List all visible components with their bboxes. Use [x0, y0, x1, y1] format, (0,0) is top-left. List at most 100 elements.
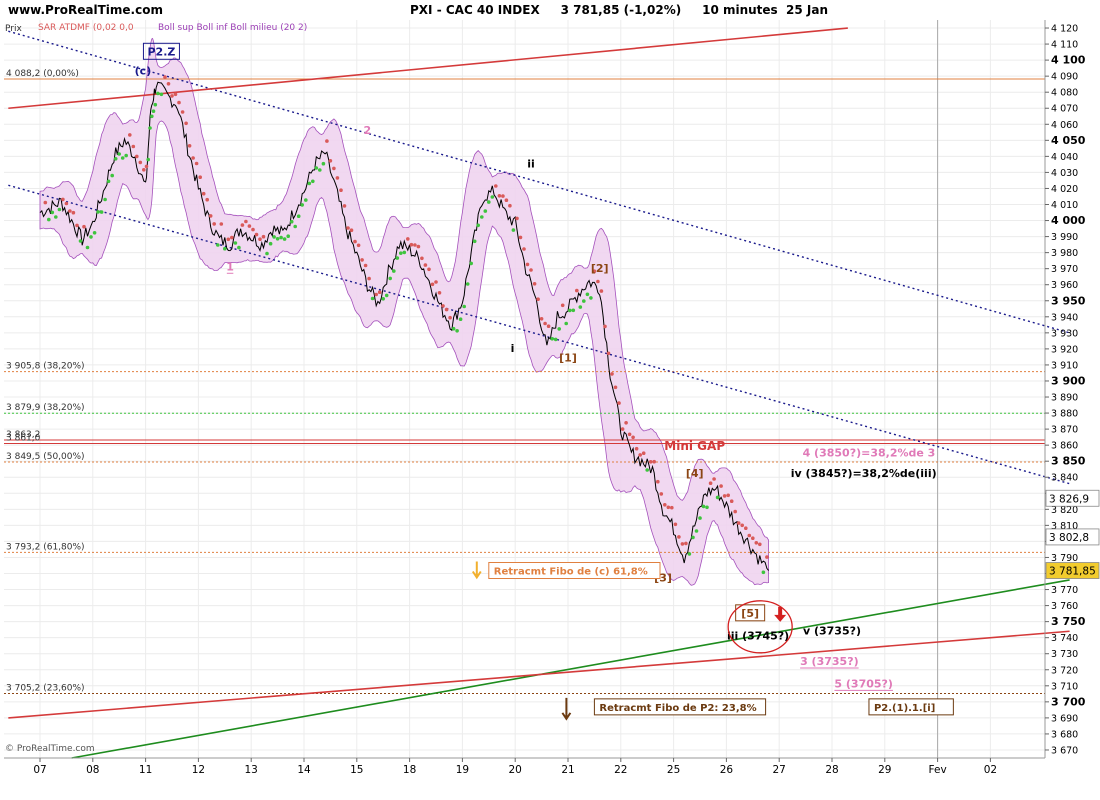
y-tick-label: 3 850	[1051, 455, 1086, 468]
sar-point-down	[71, 210, 76, 215]
y-tick-label: 4 060	[1051, 120, 1078, 131]
y-tick-label: 3 770	[1051, 585, 1078, 596]
wave-label: 1	[226, 260, 234, 273]
sar-point-up	[465, 282, 470, 286]
sar-point-down	[353, 239, 357, 244]
sar-point-down	[335, 176, 340, 180]
y-tick-label: 4 020	[1051, 184, 1078, 195]
sar-point-down	[349, 228, 354, 232]
sar-point-up	[564, 321, 568, 326]
wave-label: 4 (3850?)=38,2%de 3	[803, 446, 936, 459]
sar-point-down	[708, 481, 713, 486]
chart-canvas: 4 088,2 (0,00%) 3 905,8 (38,20%) 3 879,9 (…	[0, 0, 1100, 800]
sar-point-up	[151, 109, 156, 113]
sar-point-down	[659, 492, 664, 496]
y-tick-label: 3 970	[1051, 264, 1078, 275]
price-markers: 3 826,9 3 802,8 3 781,85	[1045, 489, 1100, 579]
sar-point-up	[265, 251, 269, 256]
sar-point-down	[599, 289, 604, 293]
sar-point-down	[184, 121, 188, 126]
x-tick-label: 28	[825, 764, 838, 776]
sar-point-down	[754, 541, 759, 545]
sar-point-down	[416, 244, 421, 249]
sar-point-down	[620, 427, 625, 431]
wave-label: [4]	[686, 467, 704, 480]
sar-point-up	[694, 529, 699, 533]
sar-point-up	[462, 304, 467, 309]
sar-point-down	[208, 214, 213, 218]
wave-label: 5 (3705?)	[834, 677, 893, 690]
x-tick-label: 29	[878, 764, 891, 776]
sar-point-down	[247, 224, 252, 228]
sar-point-down	[377, 290, 382, 295]
sar-point-down	[43, 200, 48, 205]
x-tick-label: 08	[86, 764, 99, 776]
sar-point-down	[360, 258, 364, 262]
sar-point-down	[758, 542, 762, 547]
sar-point-up	[469, 261, 474, 266]
sar-point-down	[677, 535, 681, 539]
sar-point-up	[300, 203, 305, 207]
sar-point-up	[458, 317, 463, 322]
x-tick-label: 13	[245, 764, 258, 776]
sar-point-down	[170, 94, 174, 98]
sar-point-up	[318, 168, 322, 172]
sar-point-down	[536, 297, 540, 302]
sar-point-down	[142, 168, 146, 172]
sar-point-down	[726, 493, 730, 498]
sar-point-down	[212, 222, 216, 226]
sar-point-up	[103, 197, 107, 202]
sar-point-down	[744, 526, 748, 530]
sar-point-up	[92, 231, 97, 235]
sar-point-down	[342, 204, 347, 208]
sar-point-down	[128, 133, 132, 137]
fibo-level-label: 3 879,9 (38,20%)	[6, 403, 85, 413]
sar-point-down	[722, 494, 727, 498]
sar-point-down	[733, 509, 737, 514]
sar-point-down	[656, 479, 660, 484]
x-tick-label: 12	[192, 764, 205, 776]
sar-point-up	[571, 308, 576, 313]
price-marker-label: 3 802,8	[1049, 532, 1089, 544]
sar-point-down	[254, 232, 259, 237]
wave-label: [5]	[741, 607, 759, 620]
y-tick-label: 3 990	[1051, 232, 1078, 243]
sar-point-up	[113, 157, 118, 161]
y-tick-label: 4 000	[1051, 214, 1086, 227]
sar-point-down	[539, 317, 544, 321]
sar-point-down	[138, 160, 143, 165]
sar-point-down	[504, 198, 509, 202]
x-tick-label: 19	[456, 764, 469, 776]
sar-point-down	[251, 227, 255, 232]
sar-point-down	[187, 144, 192, 148]
sar-point-down	[131, 144, 136, 149]
wave-label: [2]	[591, 262, 609, 275]
y-tick-label: 3 890	[1051, 393, 1078, 404]
x-tick-label: 02	[984, 764, 997, 776]
sar-point-down	[61, 197, 65, 202]
sar-point-down	[339, 188, 343, 192]
legend-sar: SAR ATDMF (0,02 0,0	[38, 23, 134, 33]
sar-point-down	[64, 201, 69, 206]
y-tick-label: 3 750	[1051, 615, 1086, 628]
sar-point-up	[275, 237, 280, 241]
sar-point-up	[156, 91, 160, 96]
sar-point-down	[406, 237, 410, 241]
sar-point-down	[546, 324, 551, 329]
y-tick-label: 3 920	[1051, 344, 1078, 355]
y-tick-label: 3 940	[1051, 312, 1078, 323]
sar-point-down	[258, 237, 262, 241]
sar-point-down	[356, 243, 361, 248]
sar-point-down	[501, 194, 505, 198]
sar-point-down	[522, 247, 526, 251]
y-tick-label: 3 910	[1051, 360, 1078, 371]
y-tick-label: 3 740	[1051, 633, 1078, 644]
sar-point-up	[480, 215, 484, 219]
y-tick-label: 3 710	[1051, 681, 1078, 692]
sar-point-up	[402, 250, 407, 255]
sar-point-down	[332, 166, 336, 171]
fibo-level-label: 3 849,5 (50,00%)	[6, 452, 85, 462]
sar-point-down	[560, 303, 565, 308]
sar-point-up	[279, 235, 283, 240]
sar-point-up	[237, 245, 241, 250]
